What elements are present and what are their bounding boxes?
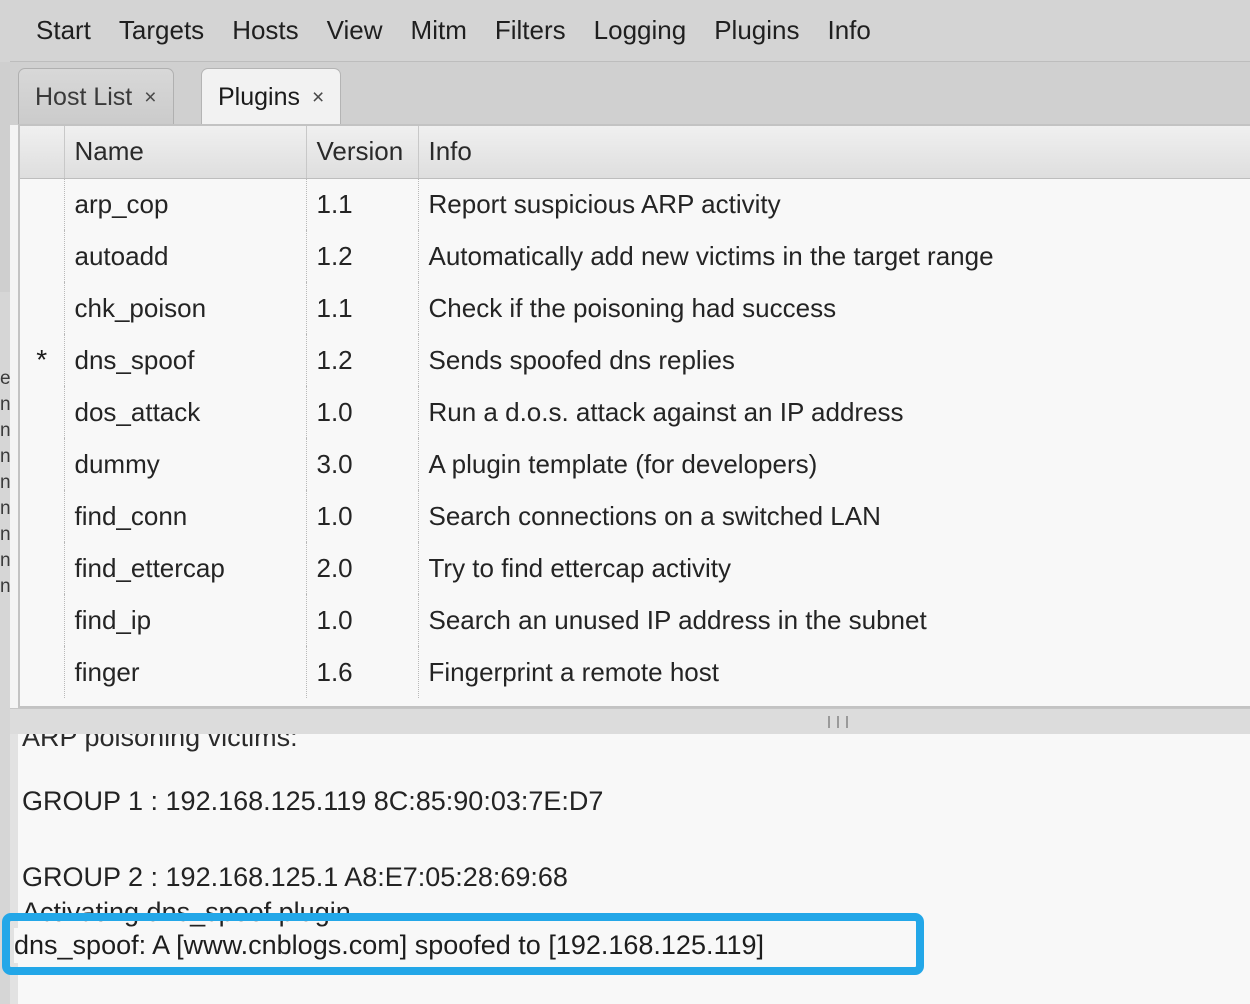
- cell-plugin-info: Fingerprint a remote host: [418, 646, 1250, 698]
- cell-plugin-info: Search connections on a switched LAN: [418, 490, 1250, 542]
- cell-plugin-name: find_ip: [64, 594, 307, 646]
- tab-strip: Host List × Plugins ×: [10, 62, 1250, 125]
- cell-plugin-name: find_conn: [64, 490, 307, 542]
- cell-plugin-version: 1.0: [306, 386, 419, 438]
- tab-host-list-label: Host List: [35, 82, 133, 111]
- row-active-marker: [20, 490, 65, 542]
- table-row[interactable]: arp_cop 1.1 Report suspicious ARP activi…: [20, 178, 1250, 230]
- plugin-table-header-row: Name Version Info: [20, 126, 1250, 179]
- menu-item-mitm[interactable]: Mitm: [397, 13, 481, 48]
- column-header-version[interactable]: Version: [306, 126, 419, 179]
- row-active-marker: [20, 594, 65, 646]
- cell-plugin-name: dos_attack: [64, 386, 307, 438]
- tab-host-list-close-icon[interactable]: ×: [144, 87, 156, 108]
- cell-plugin-name: find_ettercap: [64, 542, 307, 594]
- cell-plugin-info: Report suspicious ARP activity: [418, 178, 1250, 230]
- log-line-dns-spoof-result: dns_spoof: A [www.cnblogs.com] spoofed t…: [14, 928, 767, 963]
- tab-plugins-close-icon[interactable]: ×: [312, 87, 324, 108]
- cell-plugin-name: arp_cop: [64, 178, 307, 230]
- menu-item-view[interactable]: View: [313, 13, 397, 48]
- table-row[interactable]: dos_attack 1.0 Run a d.o.s. attack again…: [20, 386, 1250, 438]
- cell-plugin-name: autoadd: [64, 230, 307, 282]
- table-row[interactable]: finger 1.6 Fingerprint a remote host: [20, 646, 1250, 698]
- menu-bar: Start Targets Hosts View Mitm Filters Lo…: [10, 0, 1250, 62]
- menu-item-info[interactable]: Info: [813, 13, 884, 48]
- plugin-table: Name Version Info arp_cop 1.1 Report sus…: [20, 126, 1250, 698]
- cell-plugin-info: Try to find ettercap activity: [418, 542, 1250, 594]
- row-active-marker: [20, 438, 65, 490]
- menu-item-targets[interactable]: Targets: [105, 13, 218, 48]
- column-header-name[interactable]: Name: [64, 126, 307, 179]
- row-active-marker: [20, 386, 65, 438]
- menu-item-logging[interactable]: Logging: [580, 13, 701, 48]
- table-row[interactable]: find_ip 1.0 Search an unused IP address …: [20, 594, 1250, 646]
- splitter-grip-icon: [828, 716, 848, 728]
- menu-item-plugins[interactable]: Plugins: [700, 13, 813, 48]
- ettercap-main-window: Start Targets Hosts View Mitm Filters Lo…: [10, 0, 1250, 1004]
- log-line-group-1: GROUP 1 : 192.168.125.119 8C:85:90:03:7E…: [22, 786, 604, 816]
- tab-plugins-label: Plugins: [218, 82, 300, 111]
- table-row[interactable]: chk_poison 1.1 Check if the poisoning ha…: [20, 282, 1250, 334]
- row-active-marker: [20, 282, 65, 334]
- plugin-table-panel: Name Version Info arp_cop 1.1 Report sus…: [18, 124, 1250, 708]
- cell-plugin-version: 2.0: [306, 542, 419, 594]
- plugin-table-body: arp_cop 1.1 Report suspicious ARP activi…: [20, 178, 1250, 698]
- cell-plugin-version: 1.0: [306, 594, 419, 646]
- cell-plugin-version: 1.1: [306, 178, 419, 230]
- column-header-marker[interactable]: [20, 126, 65, 179]
- cell-plugin-version: 1.2: [306, 334, 419, 386]
- table-row[interactable]: dummy 3.0 A plugin template (for develop…: [20, 438, 1250, 490]
- cell-plugin-version: 3.0: [306, 438, 419, 490]
- table-row-dns-spoof[interactable]: * dns_spoof 1.2 Sends spoofed dns replie…: [20, 334, 1250, 386]
- cell-plugin-name: finger: [64, 646, 307, 698]
- row-active-marker: [20, 230, 65, 282]
- cell-plugin-version: 1.2: [306, 230, 419, 282]
- cell-plugin-info: Run a d.o.s. attack against an IP addres…: [418, 386, 1250, 438]
- row-active-marker: *: [20, 334, 65, 386]
- table-row[interactable]: find_ettercap 2.0 Try to find ettercap a…: [20, 542, 1250, 594]
- log-line-group-2: GROUP 2 : 192.168.125.1 A8:E7:05:28:69:6…: [22, 862, 568, 892]
- row-active-marker: [20, 178, 65, 230]
- cell-plugin-name: dummy: [64, 438, 307, 490]
- cell-plugin-name: dns_spoof: [64, 334, 307, 386]
- menu-item-hosts[interactable]: Hosts: [218, 13, 312, 48]
- row-active-marker: [20, 646, 65, 698]
- table-row[interactable]: find_conn 1.0 Search connections on a sw…: [20, 490, 1250, 542]
- plugin-table-header: Name Version Info: [20, 126, 1250, 179]
- cell-plugin-info: Sends spoofed dns replies: [418, 334, 1250, 386]
- column-header-info[interactable]: Info: [418, 126, 1250, 179]
- tab-host-list[interactable]: Host List ×: [18, 68, 174, 125]
- row-active-marker: [20, 542, 65, 594]
- cell-plugin-version: 1.0: [306, 490, 419, 542]
- cell-plugin-info: Search an unused IP address in the subne…: [418, 594, 1250, 646]
- menu-item-start[interactable]: Start: [22, 13, 105, 48]
- panel-splitter[interactable]: [10, 708, 1250, 736]
- menu-item-filters[interactable]: Filters: [481, 13, 580, 48]
- cell-plugin-info: A plugin template (for developers): [418, 438, 1250, 490]
- cell-plugin-info: Automatically add new victims in the tar…: [418, 230, 1250, 282]
- log-line-clipped: ARP poisoning victims:: [22, 734, 298, 752]
- cell-plugin-name: chk_poison: [64, 282, 307, 334]
- cell-plugin-info: Check if the poisoning had success: [418, 282, 1250, 334]
- tab-plugins[interactable]: Plugins ×: [201, 68, 342, 125]
- cell-plugin-version: 1.1: [306, 282, 419, 334]
- cell-plugin-version: 1.6: [306, 646, 419, 698]
- table-row[interactable]: autoadd 1.2 Automatically add new victim…: [20, 230, 1250, 282]
